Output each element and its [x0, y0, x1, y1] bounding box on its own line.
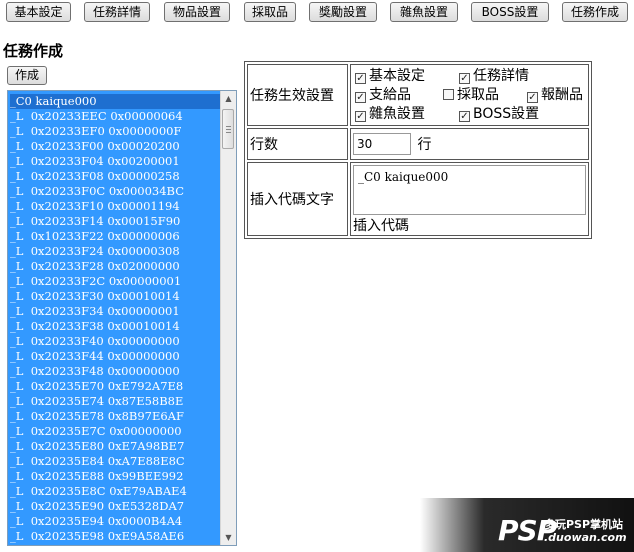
line-count-label: 行数	[247, 128, 348, 160]
code-line: _L 0x20233F24 0x00000308	[10, 244, 180, 258]
checkbox-row-1: ✓ 基本設定 ✓ 任務詳情	[353, 67, 586, 86]
checkbox-supplies[interactable]: ✓ 支給品	[355, 86, 411, 105]
scroll-up-arrow-icon[interactable]: ▲	[221, 91, 236, 106]
create-button[interactable]: 作成	[7, 66, 47, 85]
code-line: _L 0x20233F28 0x02000000	[10, 259, 180, 273]
tab-quest-details-button[interactable]: 任務詳情	[84, 2, 150, 22]
checkbox-label: 基本設定	[369, 67, 425, 84]
checkbox-label: BOSS設置	[473, 105, 540, 122]
insert-code-caption: 插入代碼	[353, 218, 409, 234]
code-line: _L 0x20235E80 0xE7A98BE7	[10, 439, 185, 453]
watermark-url: .duowan.com	[544, 531, 627, 544]
grip-line	[226, 129, 231, 130]
code-line: _L 0x20235E78 0x8B97E6AF	[10, 409, 184, 423]
checkbox-quest-details[interactable]: ✓ 任務詳情	[459, 67, 529, 86]
code-line: _L 0x20233F04 0x00200001	[10, 154, 180, 168]
code-line: _L 0x20235E84 0xA7E88E8C	[10, 454, 185, 468]
code-line: _C0 kaique000	[10, 94, 222, 109]
grip-line	[226, 132, 231, 133]
site-watermark-logo: PSP 多玩PSP掌机站 .duowan.com	[420, 498, 634, 552]
grip-line	[226, 126, 231, 127]
tab-reward-settings-button[interactable]: 獎勵設置	[309, 2, 377, 22]
checkbox-label: 採取品	[457, 86, 499, 103]
effect-settings-row: 任務生效設置 ✓ 基本設定 ✓ 任務詳情 ✓ 支給品 採取品 ✓ 報酬品 ✓ 雜魚設置 ✓…	[247, 64, 589, 126]
scrollbar-thumb[interactable]	[222, 109, 234, 149]
code-line: _L 0x20235E7C 0x00000000	[10, 424, 182, 438]
checkbox-box[interactable]	[443, 88, 454, 100]
code-line: _L 0x20233F2C 0x00000001	[10, 274, 182, 288]
vertical-scrollbar[interactable]: ▲ ▼	[220, 91, 236, 545]
checkbox-box[interactable]: ✓	[355, 110, 366, 122]
code-lines: _C0 kaique000 _L 0x20233EEC 0x00000064 _L …	[10, 94, 222, 544]
code-line: _L 0x20235E8C 0xE79ABAE4	[10, 484, 187, 498]
checkbox-basic-settings[interactable]: ✓ 基本設定	[355, 67, 425, 86]
section-title: 任務作成	[3, 42, 64, 60]
line-count-row: 行数 行	[247, 128, 589, 160]
tab-boss-settings-button[interactable]: BOSS設置	[471, 2, 549, 22]
checkbox-label: 支給品	[369, 86, 411, 103]
code-line: _L 0x20235E88 0x99BEE992	[10, 469, 184, 483]
checkbox-box[interactable]: ✓	[355, 91, 366, 103]
code-line: _L 0x20235E94 0x0000B4A4	[10, 514, 183, 528]
code-output-textarea[interactable]: _C0 kaique000 _L 0x20233EEC 0x00000064 _L …	[7, 90, 237, 546]
code-line: _L 0x20233F38 0x00010014	[10, 319, 180, 333]
insert-code-textarea[interactable]: _C0 kaique000	[353, 165, 586, 215]
code-line: _L 0x20235E90 0xE5328DA7	[10, 499, 185, 513]
top-toolbar: 基本設定 任務詳情 物品設置 採取品 獎勵設置 雜魚設置 BOSS設置 任務作成	[0, 0, 634, 26]
watermark-site-name: 多玩PSP掌机站	[544, 518, 624, 531]
code-line: _L 0x20233F40 0x00000000	[10, 334, 180, 348]
checkbox-label: 報酬品	[541, 86, 583, 103]
code-line: _L 0x20233F0C 0x000034BC	[10, 184, 184, 198]
checkbox-gathering[interactable]: 採取品	[443, 86, 499, 105]
checkbox-row-3: ✓ 雜魚設置 ✓ BOSS設置	[353, 105, 586, 124]
checkbox-boss-settings[interactable]: ✓ BOSS設置	[459, 105, 539, 124]
scroll-down-arrow-icon[interactable]: ▼	[221, 530, 236, 545]
code-line: _L 0x20233F10 0x00001194	[10, 199, 180, 213]
tab-minion-settings-button[interactable]: 雜魚設置	[390, 2, 458, 22]
code-line: _L 0x20233F00 0x00020200	[10, 139, 180, 153]
quest-settings-table: 任務生效設置 ✓ 基本設定 ✓ 任務詳情 ✓ 支給品 採取品 ✓ 報酬品 ✓ 雜魚設置 ✓…	[244, 61, 592, 239]
tab-item-settings-button[interactable]: 物品設置	[164, 2, 230, 22]
checkbox-label: 任務詳情	[473, 67, 529, 84]
code-line: _L 0x20233F14 0x00015F90	[10, 214, 181, 228]
checkbox-rewards[interactable]: ✓ 報酬品	[527, 86, 583, 105]
checkbox-box[interactable]: ✓	[527, 91, 538, 103]
code-line: _L 0x20233F34 0x00000001	[10, 304, 180, 318]
tab-basic-settings-button[interactable]: 基本設定	[6, 2, 71, 22]
code-line: _L 0x20235E70 0xE792A7E8	[10, 379, 184, 393]
checkbox-box[interactable]: ✓	[459, 110, 470, 122]
line-count-input[interactable]	[353, 133, 411, 155]
line-count-cell: 行	[350, 128, 589, 160]
checkbox-minion-settings[interactable]: ✓ 雜魚設置	[355, 105, 425, 124]
checkbox-row-2: ✓ 支給品 採取品 ✓ 報酬品	[353, 86, 586, 105]
code-line: _L 0x20233F08 0x00000258	[10, 169, 180, 183]
checkbox-box[interactable]: ✓	[355, 72, 366, 84]
code-line: _L 0x20233F44 0x00000000	[10, 349, 180, 363]
tab-gathering-button[interactable]: 採取品	[244, 2, 296, 22]
code-line: _L 0x20233F30 0x00010014	[10, 289, 180, 303]
code-line: _L 0x20235E98 0xE9A58AE6	[10, 529, 185, 543]
line-count-unit: 行	[417, 137, 432, 153]
code-line: _L 0x20233F48 0x00000000	[10, 364, 180, 378]
insert-code-row: 插入代碼文字 _C0 kaique000 插入代碼	[247, 162, 589, 236]
code-line: _L 0x20235E74 0x87E58B8E	[10, 394, 184, 408]
checkbox-box[interactable]: ✓	[459, 72, 470, 84]
code-line: _L 0x20233EEC 0x00000064	[10, 109, 183, 123]
insert-code-label: 插入代碼文字	[247, 162, 348, 236]
code-line: _L 0x20233EF0 0x0000000F	[10, 124, 182, 138]
code-line: _L 0x10233F22 0x00000006	[10, 229, 180, 243]
effect-settings-label: 任務生效設置	[247, 64, 348, 126]
effect-settings-cell: ✓ 基本設定 ✓ 任務詳情 ✓ 支給品 採取品 ✓ 報酬品 ✓ 雜魚設置 ✓ BOSS設置	[350, 64, 589, 126]
insert-code-cell: _C0 kaique000 插入代碼	[350, 162, 589, 236]
tab-quest-create-button[interactable]: 任務作成	[562, 2, 628, 22]
checkbox-label: 雜魚設置	[369, 105, 425, 122]
